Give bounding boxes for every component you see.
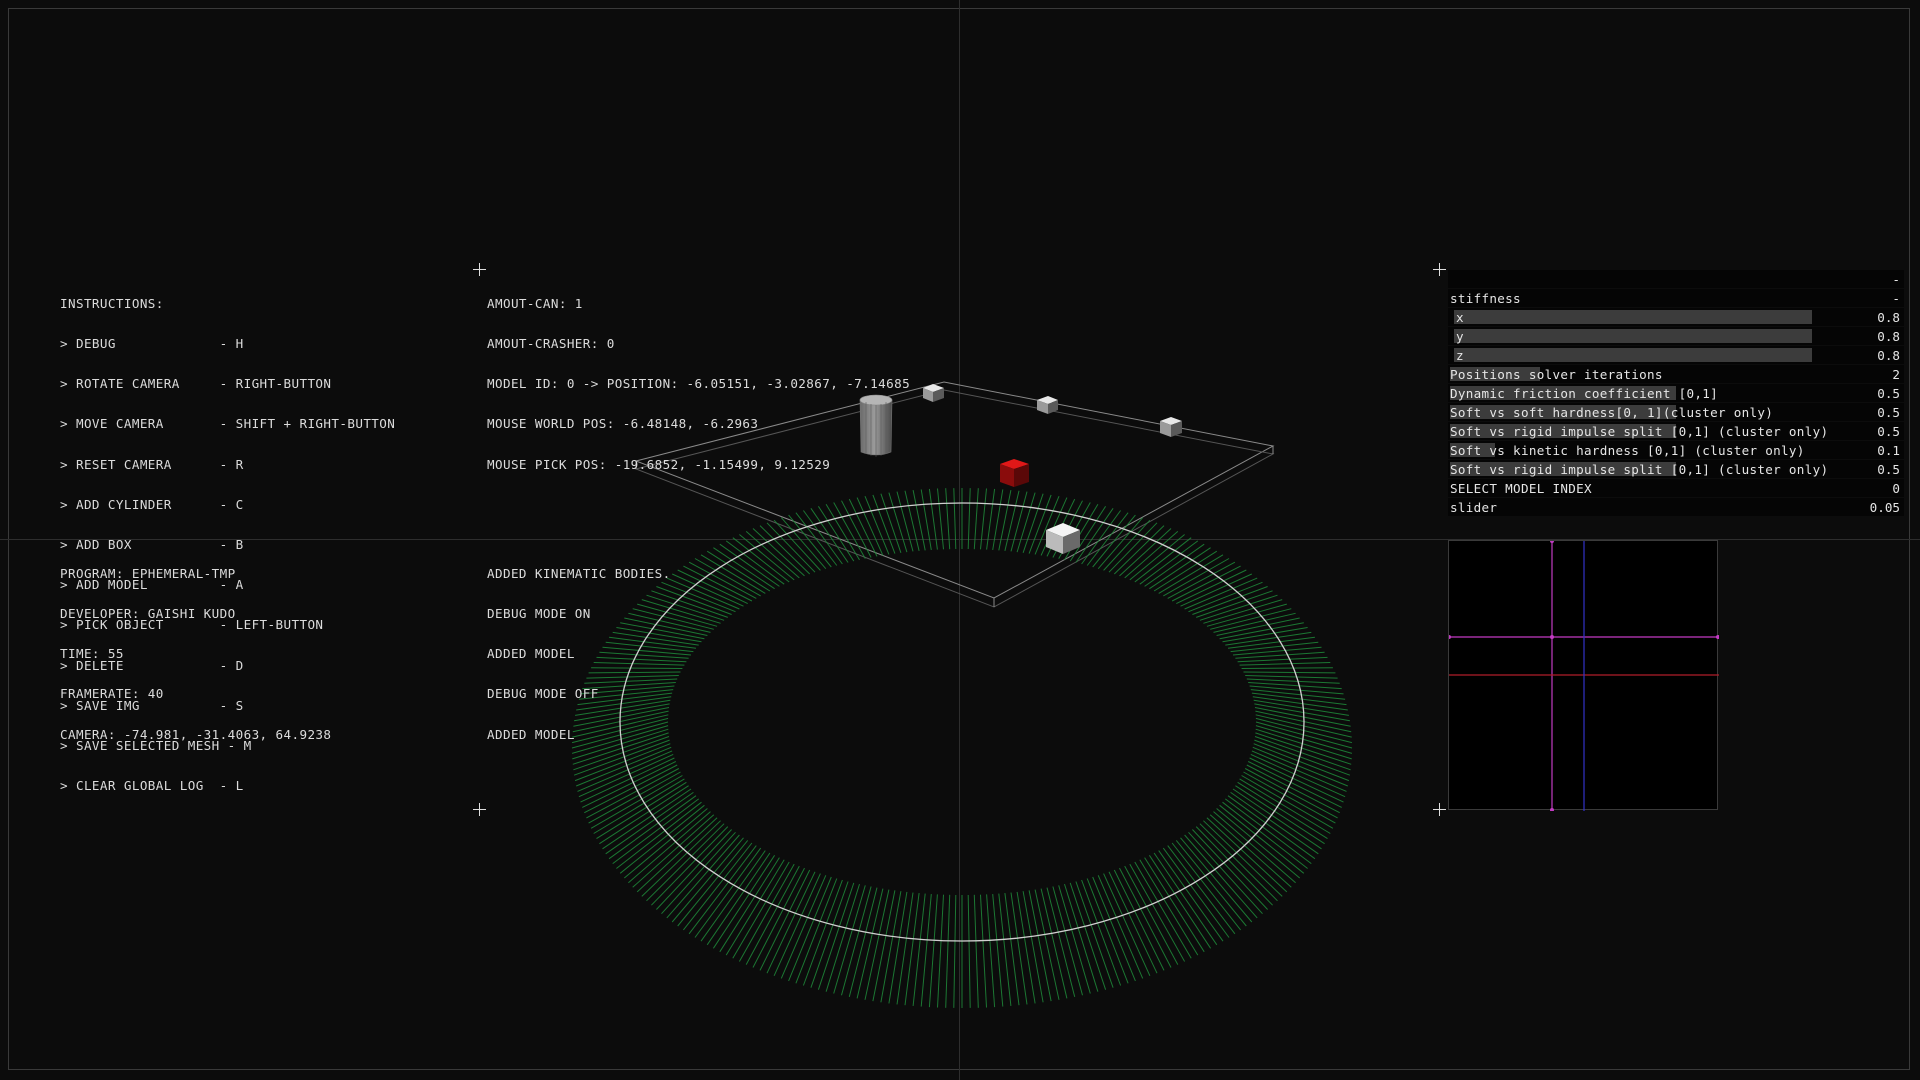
program-info-line: TIME: 55 (60, 646, 124, 662)
field-label: SELECT MODEL INDEX (1450, 481, 1592, 496)
slider-value: 0.8 (1877, 310, 1900, 325)
stiffness-label: stiffness (1450, 291, 1521, 306)
soft-kinetic-hardness-slider[interactable]: Soft vs kinetic hardness [0,1] (cluster … (1448, 441, 1904, 459)
stiffness-x-slider[interactable]: x 0.8 (1448, 308, 1904, 326)
slider-field[interactable]: slider 0.05 (1448, 498, 1904, 516)
instruction-line: > ADD CYLINDER - C (60, 496, 244, 512)
pad-handle[interactable] (1716, 635, 1720, 639)
info-line: MODEL ID: 0 -> POSITION: -6.05151, -3.02… (487, 376, 911, 392)
slider-label: Soft vs rigid impulse split [0,1] (clust… (1450, 462, 1829, 477)
stiffness-group-header[interactable]: stiffness - (1448, 289, 1904, 307)
instruction-line: > MOVE CAMERA - SHIFT + RIGHT-BUTTON (60, 416, 396, 432)
panel-header[interactable]: - (1448, 270, 1904, 288)
log-line: ADDED MODEL (487, 646, 575, 662)
program-info-line: CAMERA: -74.981, -31.4063, 64.9238 (60, 726, 332, 742)
info-line: MOUSE PICK POS: -19.6852, -1.15499, 9.12… (487, 456, 831, 472)
instruction-line: > ROTATE CAMERA - RIGHT-BUTTON (60, 376, 332, 392)
program-info-panel: PROGRAM: EPHEMERAL-TMP DEVELOPER: GAISHI… (60, 540, 331, 754)
slider-label: Dynamic friction coefficient [0,1] (1450, 386, 1718, 401)
info-line: MOUSE WORLD POS: -6.48148, -6.2963 (487, 416, 759, 432)
slider-fill (1454, 348, 1812, 362)
solver-iterations-slider[interactable]: Positions solver iterations 2 (1448, 365, 1904, 383)
program-info-line: FRAMERATE: 40 (60, 686, 164, 702)
program-info-line: DEVELOPER: GAISHI KUDO (60, 606, 236, 622)
parameters-panel: - stiffness - x 0.8 y 0.8 z 0.8 Position… (1448, 270, 1904, 517)
selected-box-object[interactable] (1000, 459, 1029, 487)
slider-value: 0.5 (1877, 462, 1900, 477)
slider-label: Soft vs kinetic hardness [0,1] (cluster … (1450, 443, 1805, 458)
crosshair-marker (473, 803, 486, 816)
crosshair-marker (473, 263, 486, 276)
log-line: DEBUG MODE ON (487, 606, 591, 622)
collapse-toggle[interactable]: - (1892, 272, 1900, 287)
friction-slider[interactable]: Dynamic friction coefficient [0,1] 0.5 (1448, 384, 1904, 402)
info-line: AMOUT-CRASHER: 0 (487, 336, 615, 352)
box-object[interactable] (1046, 523, 1080, 554)
pad-handle[interactable] (1550, 539, 1554, 543)
slider-value: 0.8 (1877, 329, 1900, 344)
soft-rigid-split-slider[interactable]: Soft vs rigid impulse split [0,1] (clust… (1448, 422, 1904, 440)
instruction-line: > CLEAR GLOBAL LOG - L (60, 778, 244, 794)
soft-soft-hardness-slider[interactable]: Soft vs soft hardness[0, 1](cluster only… (1448, 403, 1904, 421)
slider-label: Soft vs rigid impulse split [0,1] (clust… (1450, 424, 1829, 439)
select-model-index-field[interactable]: SELECT MODEL INDEX 0 (1448, 479, 1904, 497)
slider-value: 0.5 (1877, 386, 1900, 401)
stiffness-z-slider[interactable]: z 0.8 (1448, 346, 1904, 364)
stiffness-toggle[interactable]: - (1892, 291, 1900, 306)
crosshair-marker (1433, 263, 1446, 276)
ring-center-line (619, 502, 1305, 942)
slider-label: z (1456, 348, 1464, 363)
slider-label: y (1456, 329, 1464, 344)
box-object[interactable] (1160, 417, 1182, 437)
field-value: 0.05 (1869, 500, 1900, 515)
slider-fill (1454, 310, 1812, 324)
program-info-line: PROGRAM: EPHEMERAL-TMP (60, 565, 236, 581)
instruction-line: > RESET CAMERA - R (60, 456, 244, 472)
pad-canvas[interactable] (1447, 539, 1720, 812)
slider-value: 0.5 (1877, 424, 1900, 439)
slider-value: 0.1 (1877, 443, 1900, 458)
crosshair-marker (1433, 803, 1446, 816)
field-value: 0 (1892, 481, 1900, 496)
pad-handle[interactable] (1550, 635, 1554, 639)
scene-info-panel: AMOUT-CAN: 1 AMOUT-CRASHER: 0 MODEL ID: … (487, 270, 910, 484)
slider-label: Soft vs soft hardness[0, 1](cluster only… (1450, 405, 1774, 420)
pad-handle[interactable] (1447, 635, 1451, 639)
slider-label: x (1456, 310, 1464, 325)
field-label: slider (1450, 500, 1498, 515)
log-line: ADDED KINEMATIC BODIES. (487, 565, 671, 581)
slider-value: 0.5 (1877, 405, 1900, 420)
pad-handle[interactable] (1550, 808, 1554, 812)
log-line: ADDED MODEL (487, 726, 575, 742)
soft-rigid-split-slider-2[interactable]: Soft vs rigid impulse split [0,1] (clust… (1448, 460, 1904, 478)
info-line: AMOUT-CAN: 1 (487, 295, 583, 311)
instructions-title: INSTRUCTIONS: (60, 295, 164, 311)
instruction-line: > DEBUG - H (60, 336, 244, 352)
global-log-panel: ADDED KINEMATIC BODIES. DEBUG MODE ON AD… (487, 540, 671, 754)
green-ring-mesh (571, 488, 1353, 1008)
log-line: DEBUG MODE OFF (487, 686, 599, 702)
pad-2d-view[interactable] (1447, 539, 1720, 812)
slider-value: 2 (1892, 367, 1900, 382)
slider-value: 0.8 (1877, 348, 1900, 363)
slider-label: Positions solver iterations (1450, 367, 1663, 382)
stiffness-y-slider[interactable]: y 0.8 (1448, 327, 1904, 345)
slider-fill (1454, 329, 1812, 343)
